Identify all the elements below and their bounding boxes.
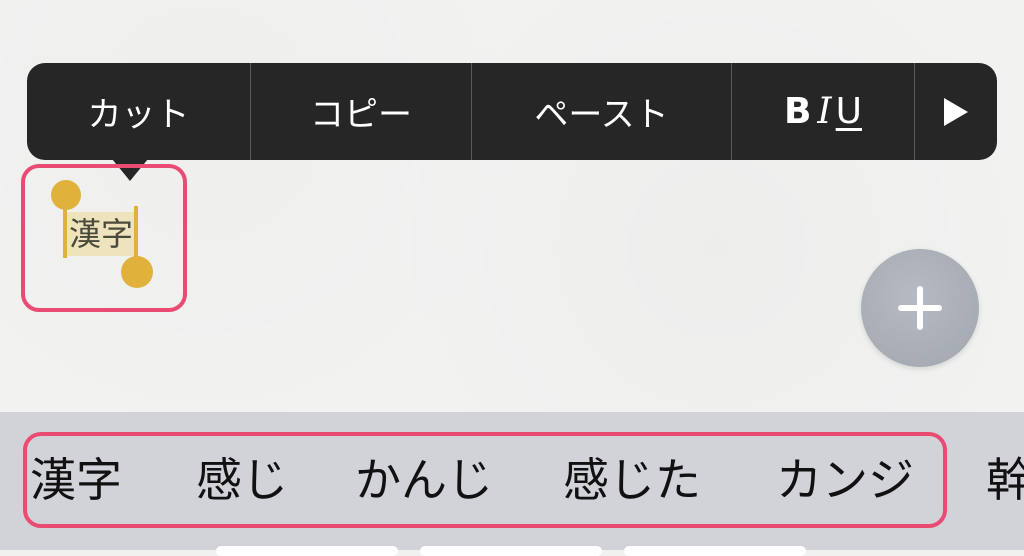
selection-start-caret (63, 206, 67, 258)
play-right-icon (944, 97, 968, 126)
plus-icon (898, 286, 942, 330)
more-options-button[interactable] (915, 63, 997, 160)
candidate-felt[interactable]: 感じた (563, 452, 701, 508)
cut-button[interactable]: カット (27, 63, 250, 160)
italic-label: I (817, 91, 832, 132)
keyboard-key-peek (216, 546, 398, 556)
selection-end-caret (134, 206, 138, 262)
text-format-button[interactable]: BIU (732, 63, 914, 160)
add-button[interactable] (861, 249, 979, 367)
candidate-katakana[interactable]: カンジ (776, 452, 914, 508)
candidate-hiragana[interactable]: かんじ (355, 452, 493, 508)
selection-end-handle[interactable] (121, 256, 153, 288)
underline-label: U (835, 91, 863, 132)
paste-button[interactable]: ペースト (472, 63, 731, 160)
bold-label: B (783, 91, 812, 132)
candidate-partial[interactable]: 幹 (986, 452, 1024, 508)
selection-start-handle[interactable] (51, 180, 81, 210)
keyboard-key-peek (624, 546, 806, 556)
keyboard-candidate-bar: 漢字 感じ かんじ 感じた カンジ 幹 (0, 412, 1024, 556)
candidate-kanji[interactable]: 漢字 (30, 452, 122, 508)
selected-text[interactable]: 漢字 (64, 212, 138, 256)
keyboard-key-peek (420, 546, 602, 556)
edit-menu: カット コピー ペースト BIU (27, 63, 997, 181)
copy-button[interactable]: コピー (251, 63, 471, 160)
candidate-kanji-feel[interactable]: 感じ (196, 452, 288, 508)
